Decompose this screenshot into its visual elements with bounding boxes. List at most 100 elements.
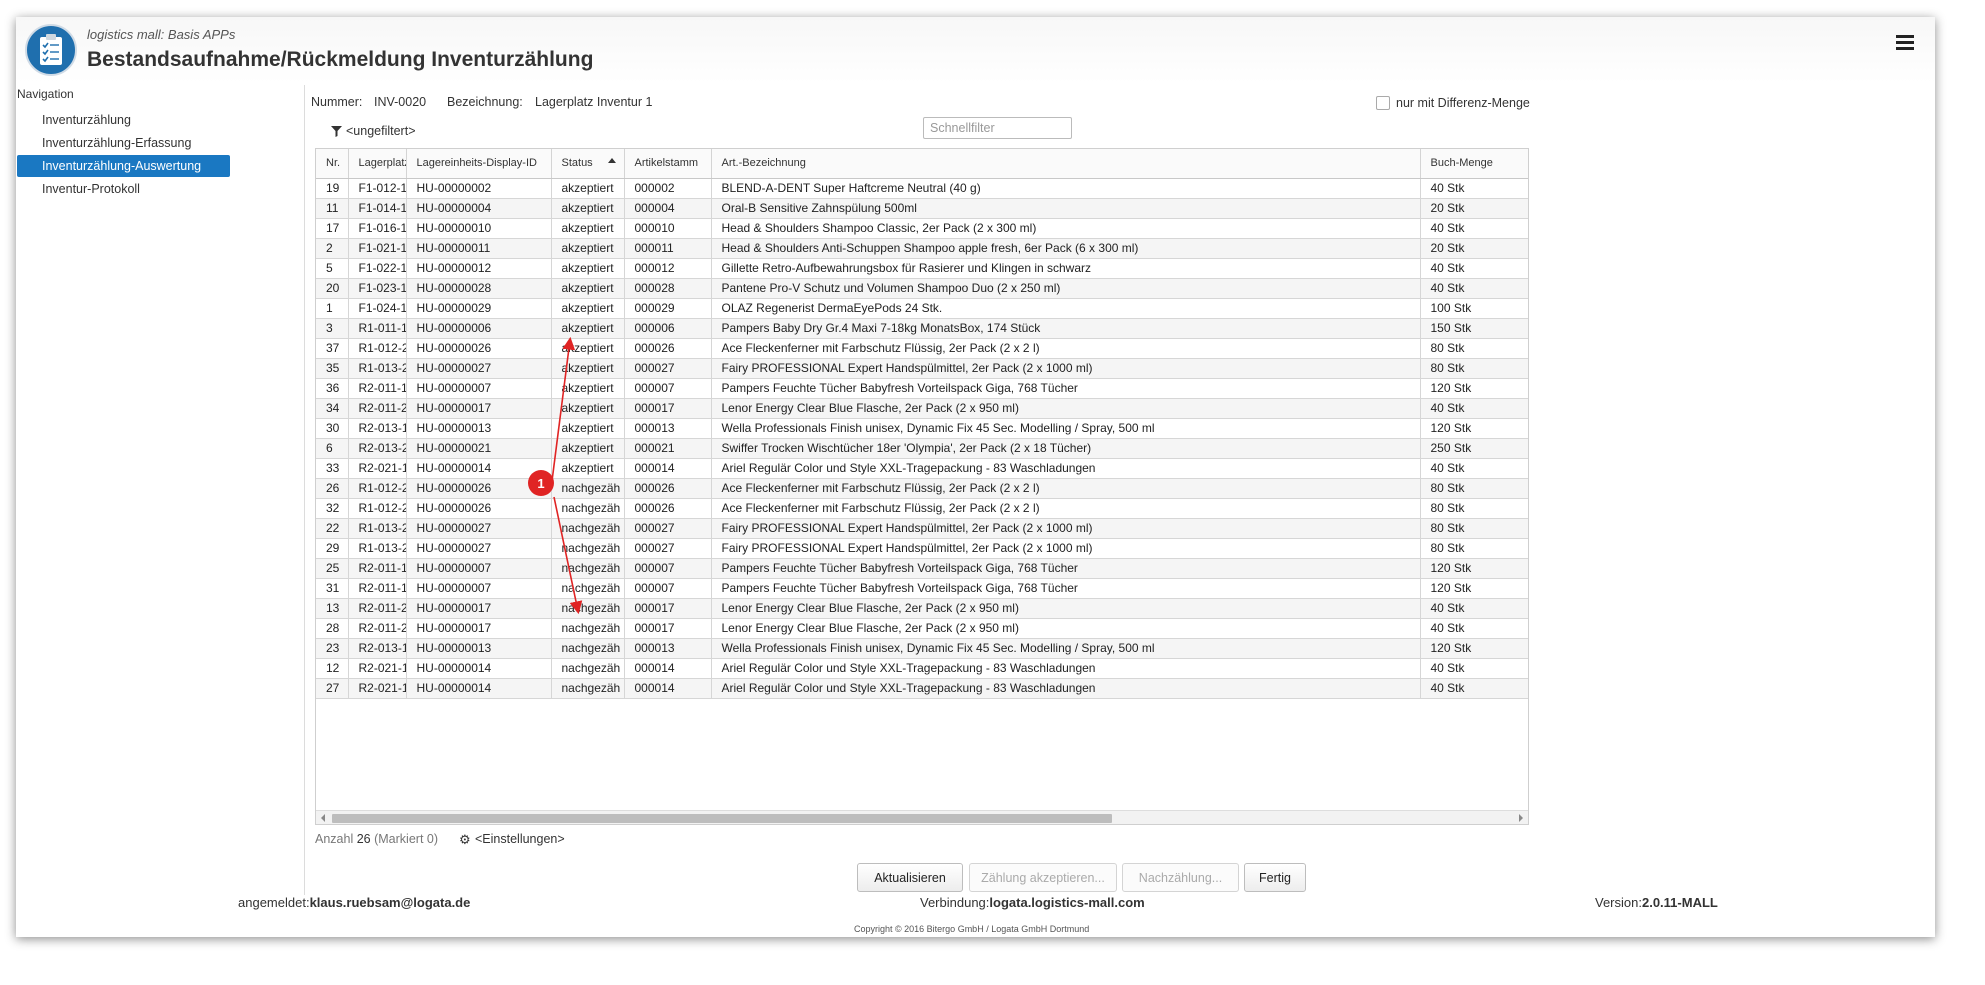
cell-display-id: HU-00000027 bbox=[406, 358, 552, 379]
column-header-lagerplatz[interactable]: Lagerplatz bbox=[348, 149, 407, 179]
cell-artikelstamm: 000014 bbox=[624, 458, 712, 479]
column-header-status[interactable]: Status bbox=[551, 149, 625, 179]
footer-connection: Verbindung:logata.logistics-mall.com bbox=[920, 895, 1145, 910]
cell-display-id: HU-00000014 bbox=[406, 458, 552, 479]
cell-lagerplatz: R2-013-1 bbox=[348, 418, 407, 439]
cell-display-id: HU-00000021 bbox=[406, 438, 552, 459]
column-header-bezeichnung[interactable]: Art.-Bezeichnung bbox=[711, 149, 1421, 179]
settings-link[interactable]: <Einstellungen> bbox=[475, 832, 565, 846]
table-row[interactable]: 36 R2-011-1 HU-00000007 akzeptiert 000007 Pam… bbox=[316, 378, 1528, 399]
cell-artikelstamm: 000007 bbox=[624, 378, 712, 399]
column-header-display-id[interactable]: Lagereinheits-Display-ID bbox=[406, 149, 552, 179]
table-row[interactable]: 37 R1-012-2 HU-00000026 akzeptiert 000026 Ace… bbox=[316, 338, 1528, 359]
filter-icon[interactable] bbox=[331, 126, 342, 137]
done-button[interactable]: Fertig bbox=[1244, 863, 1306, 892]
diff-only-label[interactable]: nur mit Differenz-Menge bbox=[1396, 96, 1530, 110]
cell-buch-menge: 40 Stk bbox=[1420, 278, 1528, 299]
table-row[interactable]: 29 R1-013-2 HU-00000027 nachgezäh 000027 Fair… bbox=[316, 538, 1528, 559]
cell-artikelstamm: 000006 bbox=[624, 318, 712, 339]
nav-item-inventurzaehlung[interactable]: Inventurzählung bbox=[17, 109, 230, 131]
filter-state-label[interactable]: <ungefiltert> bbox=[346, 124, 416, 138]
content-divider bbox=[304, 85, 305, 895]
cell-status: akzeptiert bbox=[551, 358, 625, 379]
table-row[interactable]: 19 F1-012-1 HU-00000002 akzeptiert 000002 BLE… bbox=[316, 178, 1528, 199]
cell-buch-menge: 100 Stk bbox=[1420, 298, 1528, 319]
table-row[interactable]: 30 R2-013-1 HU-00000013 akzeptiert 000013 Wel… bbox=[316, 418, 1528, 439]
refresh-button[interactable]: Aktualisieren bbox=[857, 863, 963, 892]
cell-bezeichnung: Wella Professionals Finish unisex, Dynam… bbox=[711, 638, 1421, 659]
cell-buch-menge: 40 Stk bbox=[1420, 398, 1528, 419]
table-row[interactable]: 27 R2-021-1 HU-00000014 nachgezäh 000014 Arie… bbox=[316, 678, 1528, 699]
cell-artikelstamm: 000026 bbox=[624, 498, 712, 519]
cell-nr: 26 bbox=[316, 478, 349, 499]
table-row[interactable]: 2 F1-021-1 HU-00000011 akzeptiert 000011 Head… bbox=[316, 238, 1528, 259]
cell-nr: 5 bbox=[316, 258, 349, 279]
page-title: Bestandsaufnahme/Rückmeldung Inventurzäh… bbox=[87, 48, 594, 71]
cell-status: akzeptiert bbox=[551, 198, 625, 219]
cell-display-id: HU-00000007 bbox=[406, 378, 552, 399]
table-row[interactable]: 31 R2-011-1 HU-00000007 nachgezäh 000007 Pamp… bbox=[316, 578, 1528, 599]
cell-lagerplatz: R1-013-2 bbox=[348, 358, 407, 379]
cell-status: akzeptiert bbox=[551, 178, 625, 199]
hamburger-menu-icon[interactable] bbox=[1896, 35, 1914, 51]
table-row[interactable]: 5 F1-022-1 HU-00000012 akzeptiert 000012 Gill… bbox=[316, 258, 1528, 279]
table-row[interactable]: 20 F1-023-1 HU-00000028 akzeptiert 000028 Pan… bbox=[316, 278, 1528, 299]
gear-icon[interactable]: ⚙ bbox=[459, 832, 471, 848]
cell-artikelstamm: 000026 bbox=[624, 478, 712, 499]
cell-bezeichnung: Pampers Feuchte Tücher Babyfresh Vorteil… bbox=[711, 578, 1421, 599]
cell-display-id: HU-00000017 bbox=[406, 618, 552, 639]
cell-display-id: HU-00000010 bbox=[406, 218, 552, 239]
table-row[interactable]: 23 R2-013-1 HU-00000013 nachgezäh 000013 Well… bbox=[316, 638, 1528, 659]
table-row[interactable]: 13 R2-011-2 HU-00000017 nachgezäh 000017 Leno… bbox=[316, 598, 1528, 619]
cell-nr: 23 bbox=[316, 638, 349, 659]
column-header-buch-menge[interactable]: Buch-Menge bbox=[1420, 149, 1528, 179]
cell-status: akzeptiert bbox=[551, 438, 625, 459]
cell-display-id: HU-00000026 bbox=[406, 498, 552, 519]
cell-display-id: HU-00000007 bbox=[406, 578, 552, 599]
column-header-nr[interactable]: Nr. bbox=[316, 149, 349, 179]
cell-buch-menge: 40 Stk bbox=[1420, 678, 1528, 699]
cell-nr: 28 bbox=[316, 618, 349, 639]
table-row[interactable]: 17 F1-016-1 HU-00000010 akzeptiert 000010 Hea… bbox=[316, 218, 1528, 239]
accept-count-button[interactable]: Zählung akzeptieren... bbox=[969, 863, 1117, 892]
cell-status: nachgezäh bbox=[551, 518, 625, 539]
cell-bezeichnung: Pantene Pro-V Schutz und Volumen Shampoo… bbox=[711, 278, 1421, 299]
scrollbar-thumb[interactable] bbox=[332, 814, 1112, 823]
quick-filter-input[interactable] bbox=[923, 117, 1072, 139]
column-header-artikelstamm[interactable]: Artikelstamm bbox=[624, 149, 712, 179]
scroll-left-icon[interactable] bbox=[321, 814, 325, 822]
table-row[interactable]: 33 R2-021-1 HU-00000014 akzeptiert 000014 Ari… bbox=[316, 458, 1528, 479]
table-row[interactable]: 11 F1-014-1 HU-00000004 akzeptiert 000004 Ora… bbox=[316, 198, 1528, 219]
diff-only-checkbox[interactable] bbox=[1376, 96, 1390, 110]
cell-nr: 1 bbox=[316, 298, 349, 319]
table-row[interactable]: 26 R1-012-2 HU-00000026 nachgezäh 000026 Ace … bbox=[316, 478, 1528, 499]
table-row[interactable]: 3 R1-011-1 HU-00000006 akzeptiert 000006 Pamp… bbox=[316, 318, 1528, 339]
sort-ascending-icon bbox=[607, 158, 616, 163]
cell-nr: 25 bbox=[316, 558, 349, 579]
cell-nr: 19 bbox=[316, 178, 349, 199]
scroll-right-icon[interactable] bbox=[1519, 814, 1523, 822]
nav-item-inventurzaehlung-auswertung[interactable]: Inventurzählung-Auswertung bbox=[17, 155, 230, 177]
nav-item-inventurzaehlung-erfassung[interactable]: Inventurzählung-Erfassung bbox=[17, 132, 230, 154]
table-row[interactable]: 28 R2-011-2 HU-00000017 nachgezäh 000017 Leno… bbox=[316, 618, 1528, 639]
cell-nr: 37 bbox=[316, 338, 349, 359]
cell-lagerplatz: F1-016-1 bbox=[348, 218, 407, 239]
cell-nr: 22 bbox=[316, 518, 349, 539]
table-row[interactable]: 6 R2-013-2 HU-00000021 akzeptiert 000021 Swif… bbox=[316, 438, 1528, 459]
table-row[interactable]: 35 R1-013-2 HU-00000027 akzeptiert 000027 Fai… bbox=[316, 358, 1528, 379]
table-row[interactable]: 25 R2-011-1 HU-00000007 nachgezäh 000007 Pamp… bbox=[316, 558, 1528, 579]
table-row[interactable]: 32 R1-012-2 HU-00000026 nachgezäh 000026 Ace … bbox=[316, 498, 1528, 519]
cell-lagerplatz: R1-013-2 bbox=[348, 518, 407, 539]
cell-buch-menge: 120 Stk bbox=[1420, 638, 1528, 659]
table-row[interactable]: 1 F1-024-1 HU-00000029 akzeptiert 000029 OLAZ… bbox=[316, 298, 1528, 319]
cell-buch-menge: 80 Stk bbox=[1420, 338, 1528, 359]
table-row[interactable]: 34 R2-011-2 HU-00000017 akzeptiert 000017 Len… bbox=[316, 398, 1528, 419]
horizontal-scrollbar[interactable] bbox=[316, 810, 1528, 824]
cell-status: akzeptiert bbox=[551, 258, 625, 279]
cell-buch-menge: 40 Stk bbox=[1420, 218, 1528, 239]
recount-button[interactable]: Nachzählung... bbox=[1122, 863, 1239, 892]
cell-display-id: HU-00000017 bbox=[406, 598, 552, 619]
nav-item-inventur-protokoll[interactable]: Inventur-Protokoll bbox=[17, 178, 230, 200]
table-row[interactable]: 22 R1-013-2 HU-00000027 nachgezäh 000027 Fair… bbox=[316, 518, 1528, 539]
table-row[interactable]: 12 R2-021-1 HU-00000014 nachgezäh 000014 Arie… bbox=[316, 658, 1528, 679]
